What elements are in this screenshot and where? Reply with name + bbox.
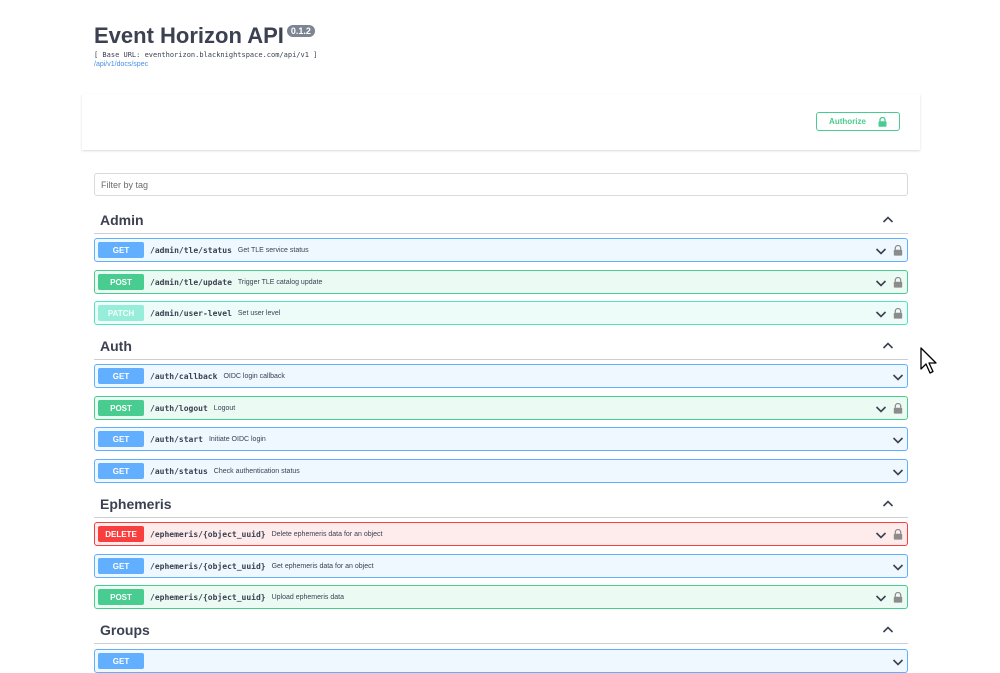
title-row: Event Horizon API 0.1.2 bbox=[94, 22, 317, 50]
section-title: Admin bbox=[100, 212, 144, 228]
section-auth[interactable]: Auth bbox=[94, 334, 908, 360]
operation-path: /admin/tle/update bbox=[150, 277, 232, 287]
operation-path: /ephemeris/{object_uuid} bbox=[150, 592, 266, 602]
chevron-up-icon[interactable] bbox=[882, 340, 894, 352]
operation-summary: Logout bbox=[213, 404, 236, 412]
operation-summary: Check authentication status bbox=[213, 467, 300, 475]
chevron-down-icon[interactable] bbox=[892, 561, 904, 573]
version-badge: 0.1.2 bbox=[286, 25, 315, 37]
operation-get-ephemeris[interactable]: GET/ephemeris/{object_uuid} Get ephemeris… bbox=[94, 554, 908, 578]
operation-path: /auth/status bbox=[150, 466, 208, 476]
chevron-down-icon[interactable] bbox=[892, 466, 904, 478]
lock-icon[interactable] bbox=[893, 308, 903, 319]
lock-icon[interactable] bbox=[893, 529, 903, 540]
operation-delete-ephemeris[interactable]: DELETE/ephemeris/{object_uuid} Delete eph… bbox=[94, 522, 908, 546]
operation-summary: Initiate OIDC login bbox=[208, 435, 266, 443]
method-badge: POST bbox=[98, 274, 144, 290]
authorize-button[interactable]: Authorize bbox=[816, 112, 900, 131]
operation-path: /auth/start bbox=[150, 434, 203, 444]
authorize-label: Authorize bbox=[829, 117, 866, 126]
chevron-down-icon[interactable] bbox=[892, 371, 904, 383]
scheme-container: Authorize bbox=[82, 94, 920, 150]
operation-get-admin[interactable]: GET/admin/tle/status Get TLE service stat… bbox=[94, 238, 908, 262]
method-badge: GET bbox=[98, 368, 144, 384]
operation-get-auth[interactable]: GET/auth/status Check authentication stat… bbox=[94, 459, 908, 483]
method-badge: GET bbox=[98, 558, 144, 574]
operation-path: /admin/tle/status bbox=[150, 245, 232, 255]
chevron-down-icon[interactable] bbox=[875, 403, 887, 415]
section-title: Ephemeris bbox=[100, 496, 172, 512]
method-badge: POST bbox=[98, 589, 144, 605]
chevron-down-icon[interactable] bbox=[875, 245, 887, 257]
operation-get-auth[interactable]: GET/auth/start Initiate OIDC login bbox=[94, 427, 908, 451]
operation-post-admin[interactable]: POST/admin/tle/update Trigger TLE catalog… bbox=[94, 270, 908, 294]
section-title: Groups bbox=[100, 622, 150, 638]
chevron-down-icon[interactable] bbox=[875, 592, 887, 604]
section-ephemeris[interactable]: Ephemeris bbox=[94, 492, 908, 518]
operation-get-groups[interactable]: GET bbox=[94, 649, 908, 673]
chevron-down-icon[interactable] bbox=[875, 529, 887, 541]
operation-summary: Upload ephemeris data bbox=[271, 593, 344, 601]
operation-patch-admin[interactable]: PATCH/admin/user-level Set user level bbox=[94, 301, 908, 325]
operation-summary: Get ephemeris data for an object bbox=[271, 562, 374, 570]
operation-post-auth[interactable]: POST/auth/logout Logout bbox=[94, 396, 908, 420]
operation-summary: OIDC login callback bbox=[223, 372, 285, 380]
lock-icon bbox=[878, 116, 887, 127]
filter-by-tag-input[interactable] bbox=[94, 173, 908, 196]
method-badge: GET bbox=[98, 463, 144, 479]
operation-post-ephemeris[interactable]: POST/ephemeris/{object_uuid} Upload ephem… bbox=[94, 585, 908, 609]
method-badge: DELETE bbox=[98, 526, 144, 542]
spec-link[interactable]: /api/v1/docs/spec bbox=[94, 60, 317, 70]
section-groups[interactable]: Groups bbox=[94, 618, 908, 644]
operation-summary: Get TLE service status bbox=[237, 246, 309, 254]
method-badge: GET bbox=[98, 242, 144, 258]
operation-path: /auth/logout bbox=[150, 403, 208, 413]
operation-path: /admin/user-level bbox=[150, 308, 232, 318]
chevron-up-icon[interactable] bbox=[882, 498, 894, 510]
lock-icon[interactable] bbox=[893, 592, 903, 603]
operation-path: /ephemeris/{object_uuid} bbox=[150, 561, 266, 571]
lock-icon[interactable] bbox=[893, 403, 903, 414]
base-url: [ Base URL: eventhorizon.blacknightspace… bbox=[94, 51, 318, 59]
chevron-down-icon[interactable] bbox=[892, 656, 904, 668]
page-title: Event Horizon API bbox=[94, 23, 284, 48]
chevron-up-icon[interactable] bbox=[882, 214, 894, 226]
operation-get-auth[interactable]: GET/auth/callback OIDC login callback bbox=[94, 364, 908, 388]
operation-path: /auth/callback bbox=[150, 371, 218, 381]
method-badge: GET bbox=[98, 431, 144, 447]
method-badge: POST bbox=[98, 400, 144, 416]
api-info: Event Horizon API 0.1.2 [ Base URL: even… bbox=[94, 22, 317, 70]
lock-icon[interactable] bbox=[893, 245, 903, 256]
section-title: Auth bbox=[100, 338, 132, 354]
operation-summary: Set user level bbox=[237, 309, 281, 317]
method-badge: GET bbox=[98, 653, 144, 669]
method-badge: PATCH bbox=[98, 305, 144, 321]
operation-summary: Trigger TLE catalog update bbox=[237, 278, 323, 286]
lock-icon[interactable] bbox=[893, 277, 903, 288]
section-admin[interactable]: Admin bbox=[94, 208, 908, 234]
chevron-down-icon[interactable] bbox=[875, 308, 887, 320]
operation-summary: Delete ephemeris data for an object bbox=[271, 530, 383, 538]
mouse-cursor-icon bbox=[920, 347, 937, 374]
operation-path: /ephemeris/{object_uuid} bbox=[150, 529, 266, 539]
chevron-up-icon[interactable] bbox=[882, 624, 894, 636]
chevron-down-icon[interactable] bbox=[892, 434, 904, 446]
chevron-down-icon[interactable] bbox=[875, 277, 887, 289]
